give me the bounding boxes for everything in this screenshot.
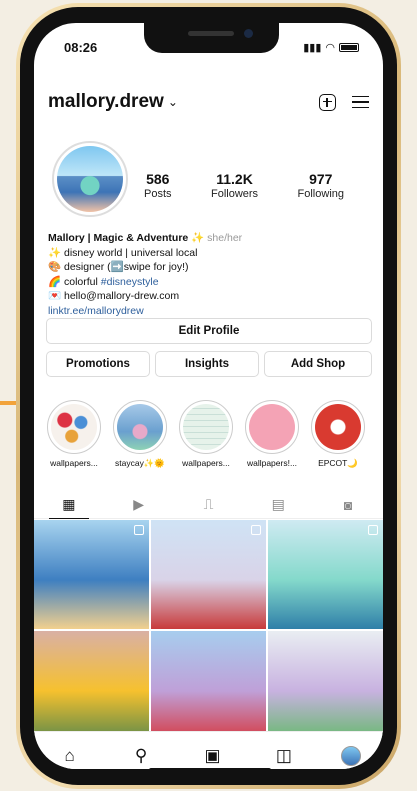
promotions-button[interactable]: Promotions — [46, 351, 150, 377]
post-thumbnail[interactable] — [268, 631, 383, 740]
home-icon[interactable]: ⌂ — [56, 746, 84, 766]
igtv-icon[interactable]: ⎍ — [188, 491, 228, 519]
guides-icon[interactable]: ▤ — [258, 491, 298, 519]
hashtag-link[interactable]: #disneystyle — [101, 276, 159, 288]
avatar-photo — [57, 146, 123, 212]
stat-label: Following — [297, 188, 344, 200]
insights-button[interactable]: Insights — [155, 351, 259, 377]
highlight-ring — [311, 400, 365, 454]
multi-post-icon — [134, 525, 144, 535]
home-indicator — [149, 768, 271, 769]
username[interactable]: mallory.drew — [48, 91, 164, 113]
stat-followers[interactable]: 11.2K Followers — [211, 171, 258, 200]
multi-post-icon — [251, 525, 261, 535]
highlight-label: wallpapers... — [182, 458, 230, 468]
stat-value: 977 — [309, 171, 333, 187]
display-name: Mallory | Magic & Adventure ✨ — [48, 232, 205, 244]
stat-label: Followers — [210, 188, 259, 200]
header-actions — [319, 93, 369, 111]
highlight-ring — [113, 400, 167, 454]
bio-line: 🎨 designer (➡️swipe for joy!) — [48, 261, 189, 274]
speaker-grille — [188, 31, 234, 36]
chevron-down-icon[interactable]: ⌄ — [168, 95, 178, 109]
profile-stats: 586 Posts 11.2K Followers 977 Following — [144, 171, 344, 200]
story-highlight[interactable]: wallpapers... — [44, 400, 104, 468]
bio-name-line: Mallory | Magic & Adventure ✨ she/her — [48, 231, 368, 246]
stat-value: 586 — [146, 171, 170, 187]
grid-icon[interactable]: ▦ — [48, 491, 89, 519]
post-thumbnail[interactable] — [34, 520, 149, 629]
story-highlight[interactable]: wallpapers!... — [242, 400, 302, 468]
bio-line: 💌 hello@mallory-drew.com — [48, 290, 180, 303]
highlight-label: staycay✨🌞 — [115, 458, 165, 468]
phone-screen: 08:26 ▮▮▮ ◠ mallory.drew ⌄ 586 Posts 11.… — [34, 23, 383, 769]
profile-header: mallory.drew ⌄ — [34, 87, 383, 117]
story-highlight[interactable]: staycay✨🌞 — [110, 400, 170, 469]
profile-tabs: ▦ ▶ ⎍ ▤ ◙ — [34, 491, 383, 519]
reels-icon[interactable]: ▶ — [119, 491, 159, 519]
post-grid — [34, 520, 383, 740]
pronouns: she/her — [207, 232, 243, 244]
phone-bezel: 08:26 ▮▮▮ ◠ mallory.drew ⌄ 586 Posts 11.… — [20, 7, 397, 785]
notch — [144, 23, 279, 53]
bio-text: 🌈 colorful — [48, 275, 101, 288]
search-icon[interactable]: ⚲ — [127, 746, 155, 766]
reels-icon[interactable]: ▣ — [198, 746, 226, 766]
create-post-icon[interactable] — [319, 93, 336, 111]
stat-value: 11.2K — [216, 171, 253, 187]
highlight-cover — [117, 404, 163, 450]
bio-link[interactable]: linktr.ee/mallorydrew — [48, 304, 368, 319]
tagged-icon[interactable]: ◙ — [328, 491, 368, 519]
wifi-icon: ◠ — [325, 42, 335, 54]
highlight-ring — [179, 400, 233, 454]
menu-icon[interactable] — [352, 95, 369, 109]
bio-line: ✨ disney world | universal local — [48, 246, 198, 259]
stat-posts[interactable]: 586 Posts — [144, 171, 172, 200]
add-shop-button[interactable]: Add Shop — [264, 351, 372, 377]
battery-icon — [339, 43, 359, 52]
highlight-cover — [315, 404, 361, 450]
highlight-label: EPCOT🌙 — [318, 458, 358, 468]
bio-line: 🌈 colorful #disneystyle — [48, 275, 368, 290]
highlight-label: wallpapers... — [50, 458, 98, 468]
highlight-cover — [249, 404, 295, 450]
stat-label: Posts — [144, 188, 172, 200]
story-highlight[interactable]: EPCOT🌙 — [308, 400, 368, 469]
highlight-cover — [183, 404, 229, 450]
highlight-ring — [245, 400, 299, 454]
multi-post-icon — [368, 525, 378, 535]
post-thumbnail[interactable] — [34, 631, 149, 740]
profile-avatar-icon[interactable] — [341, 745, 362, 766]
post-thumbnail[interactable] — [151, 631, 266, 740]
shop-icon[interactable]: ◫ — [270, 746, 298, 766]
bottom-nav: ⌂ ⚲ ▣ ◫ — [34, 731, 383, 769]
highlight-cover — [51, 404, 97, 450]
page: 08:26 ▮▮▮ ◠ mallory.drew ⌄ 586 Posts 11.… — [0, 0, 417, 791]
profile-avatar[interactable] — [52, 141, 128, 217]
stat-following[interactable]: 977 Following — [298, 171, 344, 200]
edit-profile-button[interactable]: Edit Profile — [46, 318, 372, 344]
front-camera — [244, 29, 253, 38]
story-highlight[interactable]: wallpapers... — [176, 400, 236, 468]
phone-frame: 08:26 ▮▮▮ ◠ mallory.drew ⌄ 586 Posts 11.… — [16, 3, 401, 789]
post-thumbnail[interactable] — [151, 520, 266, 629]
highlight-label: wallpapers!... — [246, 458, 298, 468]
status-time: 08:26 — [64, 40, 98, 55]
highlight-ring — [47, 400, 101, 454]
bio: Mallory | Magic & Adventure ✨ she/her ✨ … — [48, 231, 368, 319]
signal-icon: ▮▮▮ — [303, 42, 322, 54]
post-thumbnail[interactable] — [268, 520, 383, 629]
status-icons: ▮▮▮ ◠ — [303, 41, 359, 54]
